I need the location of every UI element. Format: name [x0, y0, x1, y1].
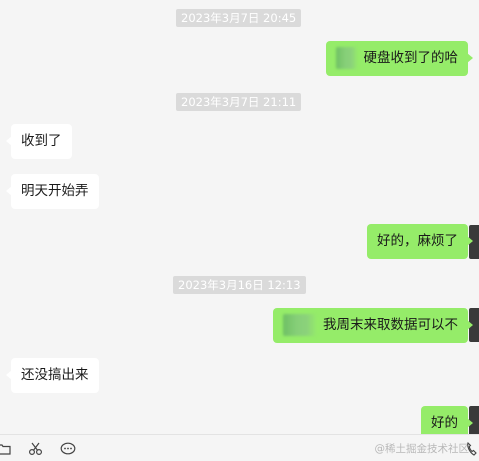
timestamp: 2023年3月7日 20:45	[176, 9, 302, 27]
scissors-icon[interactable]	[28, 442, 44, 459]
message-bubble-outgoing[interactable]: 好的，麻烦了	[367, 224, 473, 259]
message-bubble-incoming[interactable]: 收到了	[6, 124, 72, 159]
phone-icon[interactable]	[466, 441, 478, 459]
chat-history[interactable]: 2023年3月7日 20:45 硬盘收到了的哈 2023年3月7日 21:11 …	[0, 0, 479, 441]
message-text: 我周末来取数据可以不	[323, 317, 458, 333]
message-text: 还没搞出来	[21, 367, 89, 383]
message-bubble-outgoing[interactable]: 我周末来取数据可以不	[273, 308, 473, 343]
message-text: 收到了	[21, 133, 62, 149]
message-text: 硬盘收到了的哈	[363, 50, 459, 66]
folder-icon[interactable]	[0, 442, 11, 459]
timestamp: 2023年3月7日 21:11	[176, 93, 302, 111]
message-bubble-incoming[interactable]: 明天开始弄	[6, 174, 99, 209]
message-bubble-incoming[interactable]: 还没搞出来	[6, 358, 99, 393]
message-text: 好的	[431, 415, 458, 431]
message-text: 好的，麻烦了	[377, 233, 458, 249]
redacted-name	[283, 314, 317, 336]
timestamp: 2023年3月16日 12:13	[173, 276, 306, 294]
watermark: @稀土掘金技术社区	[374, 443, 470, 455]
message-text: 明天开始弄	[21, 183, 89, 199]
message-bubble-outgoing[interactable]: 硬盘收到了的哈	[325, 41, 473, 76]
chat-bubble-icon[interactable]	[60, 442, 76, 459]
redacted-name	[335, 47, 358, 69]
input-toolbar: @稀土掘金技术社区	[0, 434, 479, 461]
